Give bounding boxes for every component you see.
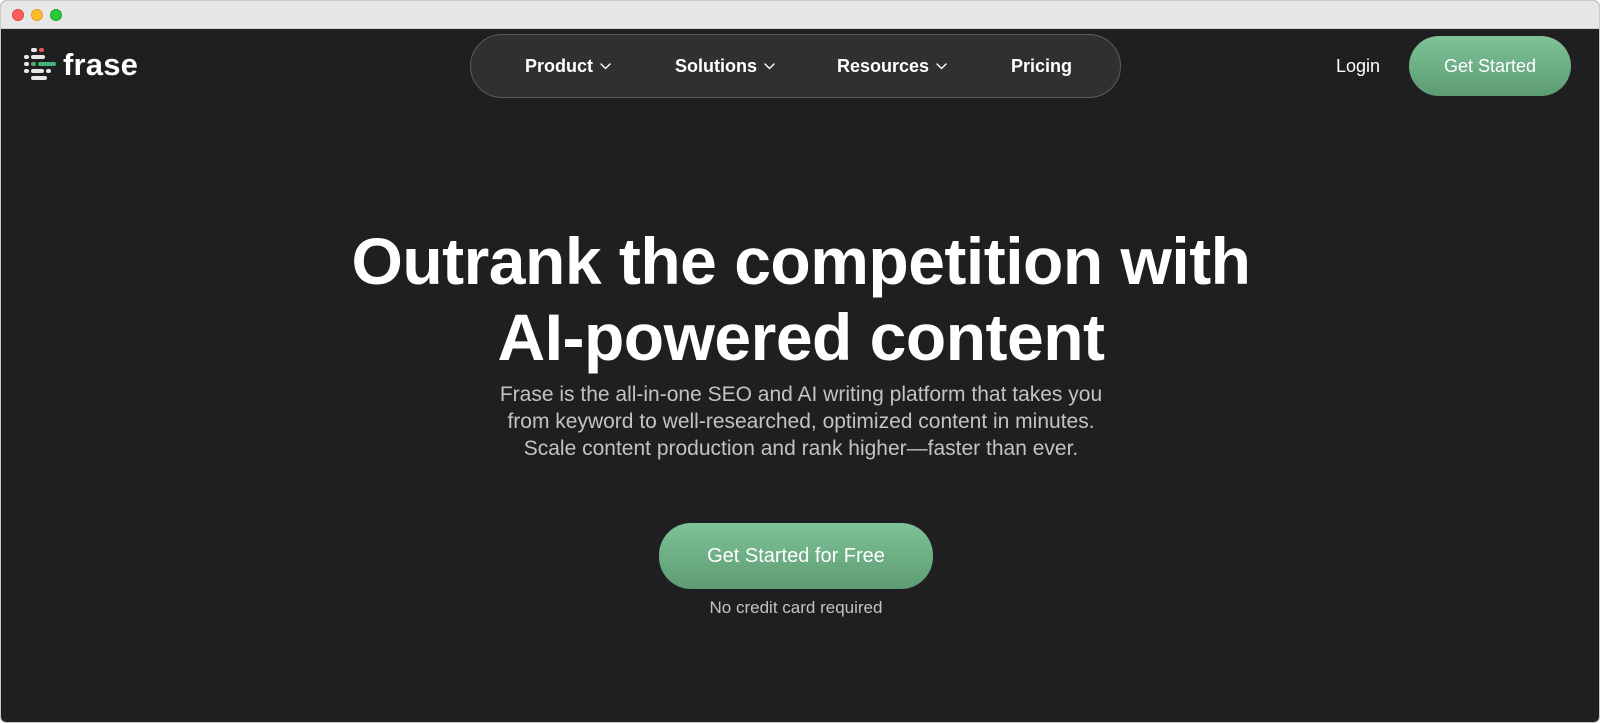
hero-subtext-line-2: from keyword to well-researched, optimiz… [507, 410, 1095, 433]
hero-headline-line-2: AI-powered content [497, 300, 1105, 374]
chevron-down-icon [936, 62, 947, 69]
nav-item-label: Pricing [1011, 55, 1073, 76]
nav-item-product[interactable]: Product [525, 35, 611, 97]
nav-item-solutions[interactable]: Solutions [675, 35, 775, 97]
hero-subtext-line-3: Scale content production and rank higher… [523, 437, 1079, 460]
nav-item-label: Resources [837, 55, 930, 76]
nav-item-pricing[interactable]: Pricing [1011, 35, 1072, 97]
close-window-icon[interactable] [12, 9, 24, 21]
chevron-down-icon [764, 62, 775, 69]
logo-wordmark: frase [63, 46, 139, 82]
main-nav: Product Solutions Resources Pricing [470, 34, 1121, 98]
browser-titlebar [1, 1, 1599, 29]
hero-headline-line-1: Outrank the competition with [351, 224, 1251, 298]
get-started-free-button[interactable]: Get Started for Free [659, 523, 933, 589]
nav-item-label: Product [525, 55, 594, 76]
chevron-down-icon [600, 62, 611, 69]
hero-headline: Outrank the competition with AI-powered … [301, 223, 1301, 375]
zoom-window-icon[interactable] [50, 9, 62, 21]
login-link[interactable]: Login [1336, 53, 1380, 79]
browser-window: frase Product Solutions Resources Pricin… [0, 0, 1600, 723]
nav-item-resources[interactable]: Resources [837, 35, 947, 97]
nav-item-label: Solutions [675, 55, 757, 76]
get-started-button[interactable]: Get Started [1409, 36, 1571, 96]
no-credit-card-note: No credit card required [709, 598, 883, 617]
hero-subtext: Frase is the all-in-one SEO and AI writi… [431, 381, 1171, 462]
minimize-window-icon[interactable] [31, 9, 43, 21]
frase-logo[interactable]: frase [23, 47, 138, 83]
hero-subtext-line-1: Frase is the all-in-one SEO and AI writi… [499, 383, 1103, 406]
frase-logo-icon [24, 48, 56, 80]
